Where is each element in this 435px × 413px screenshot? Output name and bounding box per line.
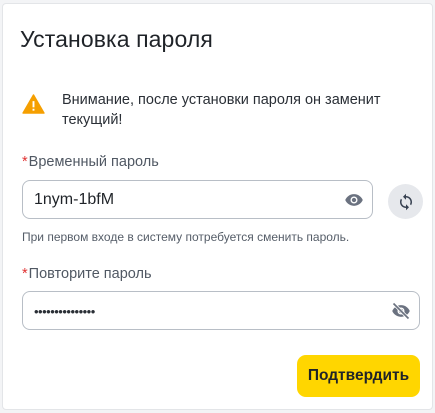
required-mark: *: [22, 266, 28, 282]
warning-icon: [22, 94, 45, 114]
refresh-icon: [399, 193, 412, 210]
temp-password-label: *Временный пароль: [22, 154, 159, 170]
set-password-dialog: Установка пароля Внимание, после установ…: [2, 3, 433, 410]
temp-password-value[interactable]: 1nym-1bfM: [34, 191, 114, 209]
eye-off-icon[interactable]: [391, 301, 411, 321]
repeat-password-label: *Повторите пароль: [22, 266, 152, 282]
regenerate-password-button[interactable]: [388, 184, 423, 219]
dialog-title: Установка пароля: [20, 26, 213, 52]
repeat-password-field[interactable]: •••••••••••••••: [22, 291, 420, 330]
repeat-password-masked-value[interactable]: •••••••••••••••: [34, 304, 95, 319]
warning-text: Внимание, после установки пароля он заме…: [62, 92, 381, 128]
confirm-button[interactable]: Подтвердить: [297, 355, 420, 397]
temp-password-field[interactable]: 1nym-1bfM: [22, 180, 373, 219]
temp-password-hint: При первом входе в систему потребуется с…: [22, 230, 350, 244]
required-mark: *: [22, 154, 28, 170]
repeat-password-label-text: Повторите пароль: [28, 266, 152, 282]
eye-icon[interactable]: [344, 190, 364, 210]
temp-password-label-text: Временный пароль: [28, 154, 159, 170]
